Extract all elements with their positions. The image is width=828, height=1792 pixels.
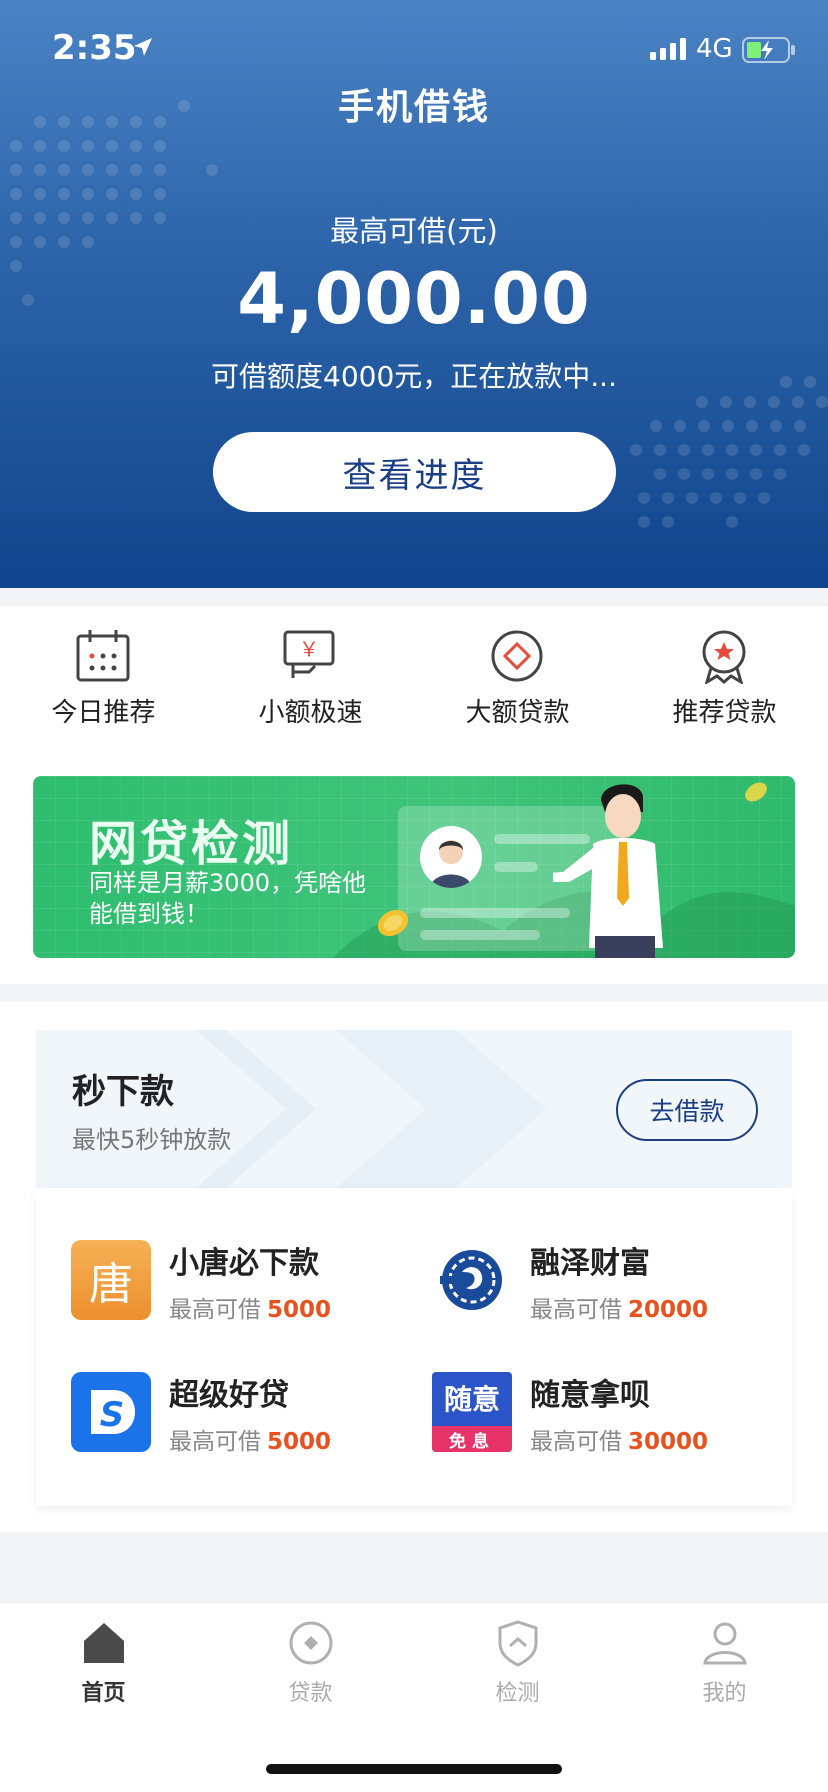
product-name: 超级好贷: [169, 1378, 289, 1413]
network-type: 4G: [696, 34, 733, 64]
tab-label: 我的: [702, 1681, 747, 1706]
suiyi-nabei-logo-icon: 随意 免息: [432, 1372, 512, 1452]
coin-icon: [377, 909, 409, 937]
loan-product-item[interactable]: 唐 小唐必下款 最高可借 5000: [71, 1240, 431, 1330]
banner-title: 网贷检测: [89, 816, 294, 872]
loan-product-list: 唐 小唐必下款 最高可借 5000 融泽财富 最高可借 20000 S 超级好贷…: [36, 1188, 792, 1506]
go-borrow-button[interactable]: 去借款: [616, 1079, 758, 1141]
person-avatar-icon: [420, 826, 482, 888]
category-label: 推荐贷款: [672, 698, 777, 728]
calendar-icon: [76, 630, 130, 682]
rongze-logo-icon: [432, 1240, 512, 1320]
category-label: 今日推荐: [51, 698, 156, 728]
loan-check-banner[interactable]: 网贷检测 同样是月薪3000，凭啥他能借到钱！: [33, 776, 795, 958]
chaoji-haodai-logo-icon: S: [71, 1372, 151, 1452]
product-limit: 最高可借 30000: [530, 1429, 709, 1455]
xiaotang-logo-icon: 唐: [71, 1240, 151, 1320]
product-name: 融泽财富: [530, 1246, 650, 1281]
fast-loan-subtitle: 最快5秒钟放款: [72, 1126, 232, 1154]
svg-text:S: S: [100, 1395, 125, 1435]
location-arrow-icon: [134, 38, 152, 56]
decorative-dots-right: [620, 370, 828, 540]
money-hand-icon: ￥: [283, 630, 335, 678]
page-title: 手机借钱: [337, 87, 490, 128]
product-limit: 最高可借 5000: [169, 1429, 332, 1455]
fast-loan-section: 秒下款 最快5秒钟放款 去借款 唐 小唐必下款 最高可借 5000 融泽财富 最高…: [0, 1002, 828, 1532]
badge-star-icon: [702, 630, 746, 684]
user-icon: [703, 1622, 747, 1665]
category-today-recommend[interactable]: 今日推荐: [0, 606, 207, 736]
tab-home[interactable]: 首页: [0, 1619, 207, 1709]
tab-label: 首页: [81, 1681, 126, 1706]
status-time: 2:35: [52, 28, 137, 68]
loan-product-item[interactable]: 融泽财富 最高可借 20000: [432, 1240, 792, 1330]
category-section: 今日推荐 ￥ 小额极速 大额贷款 推荐贷款 网贷检测 同样是月薪3000，凭啥他…: [0, 606, 828, 984]
product-name: 随意拿呗: [530, 1378, 650, 1413]
product-name: 小唐必下款: [169, 1246, 319, 1281]
businessman-illustration: [553, 784, 663, 958]
loan-status-text: 可借额度4000元，正在放款中...: [211, 360, 617, 393]
tab-check[interactable]: 检测: [414, 1619, 621, 1709]
fast-loan-header: 秒下款 最快5秒钟放款 去借款: [36, 1030, 792, 1188]
shield-icon: [498, 1620, 538, 1667]
fast-loan-title: 秒下款: [72, 1072, 174, 1112]
banner-subtitle: 同样是月薪3000，凭啥他能借到钱！: [89, 869, 367, 928]
svg-text:￥: ￥: [299, 637, 319, 661]
tab-label: 贷款: [288, 1681, 333, 1706]
max-limit-amount: 4,000.00: [237, 258, 591, 340]
category-small-fast[interactable]: ￥ 小额极速: [207, 606, 414, 736]
diamond-icon: [491, 630, 543, 682]
loan-icon: [289, 1621, 333, 1665]
category-recommended-loan[interactable]: 推荐贷款: [621, 606, 828, 736]
home-icon: [84, 1623, 124, 1663]
tab-label: 检测: [495, 1681, 540, 1706]
product-limit: 最高可借 20000: [530, 1297, 709, 1323]
tab-loan[interactable]: 贷款: [207, 1619, 414, 1709]
coin-icon: [745, 782, 767, 802]
view-progress-button[interactable]: 查看进度: [213, 432, 616, 512]
product-limit: 最高可借 5000: [169, 1297, 332, 1323]
category-large-loan[interactable]: 大额贷款: [414, 606, 621, 736]
category-label: 大额贷款: [465, 698, 570, 728]
max-limit-label: 最高可借(元): [330, 214, 498, 248]
tab-mine[interactable]: 我的: [621, 1619, 828, 1709]
home-indicator[interactable]: [266, 1764, 562, 1774]
header-banner: 2:35 4G 手机借钱 最高可借(元) 4,000.00 可借额度4000元，…: [0, 0, 828, 588]
category-label: 小额极速: [258, 698, 363, 728]
loan-product-item[interactable]: 随意 免息 随意拿呗 最高可借 30000: [432, 1372, 792, 1462]
battery-charging-icon: [742, 37, 795, 63]
loan-product-item[interactable]: S 超级好贷 最高可借 5000: [71, 1372, 431, 1462]
signal-icon: [650, 38, 686, 60]
